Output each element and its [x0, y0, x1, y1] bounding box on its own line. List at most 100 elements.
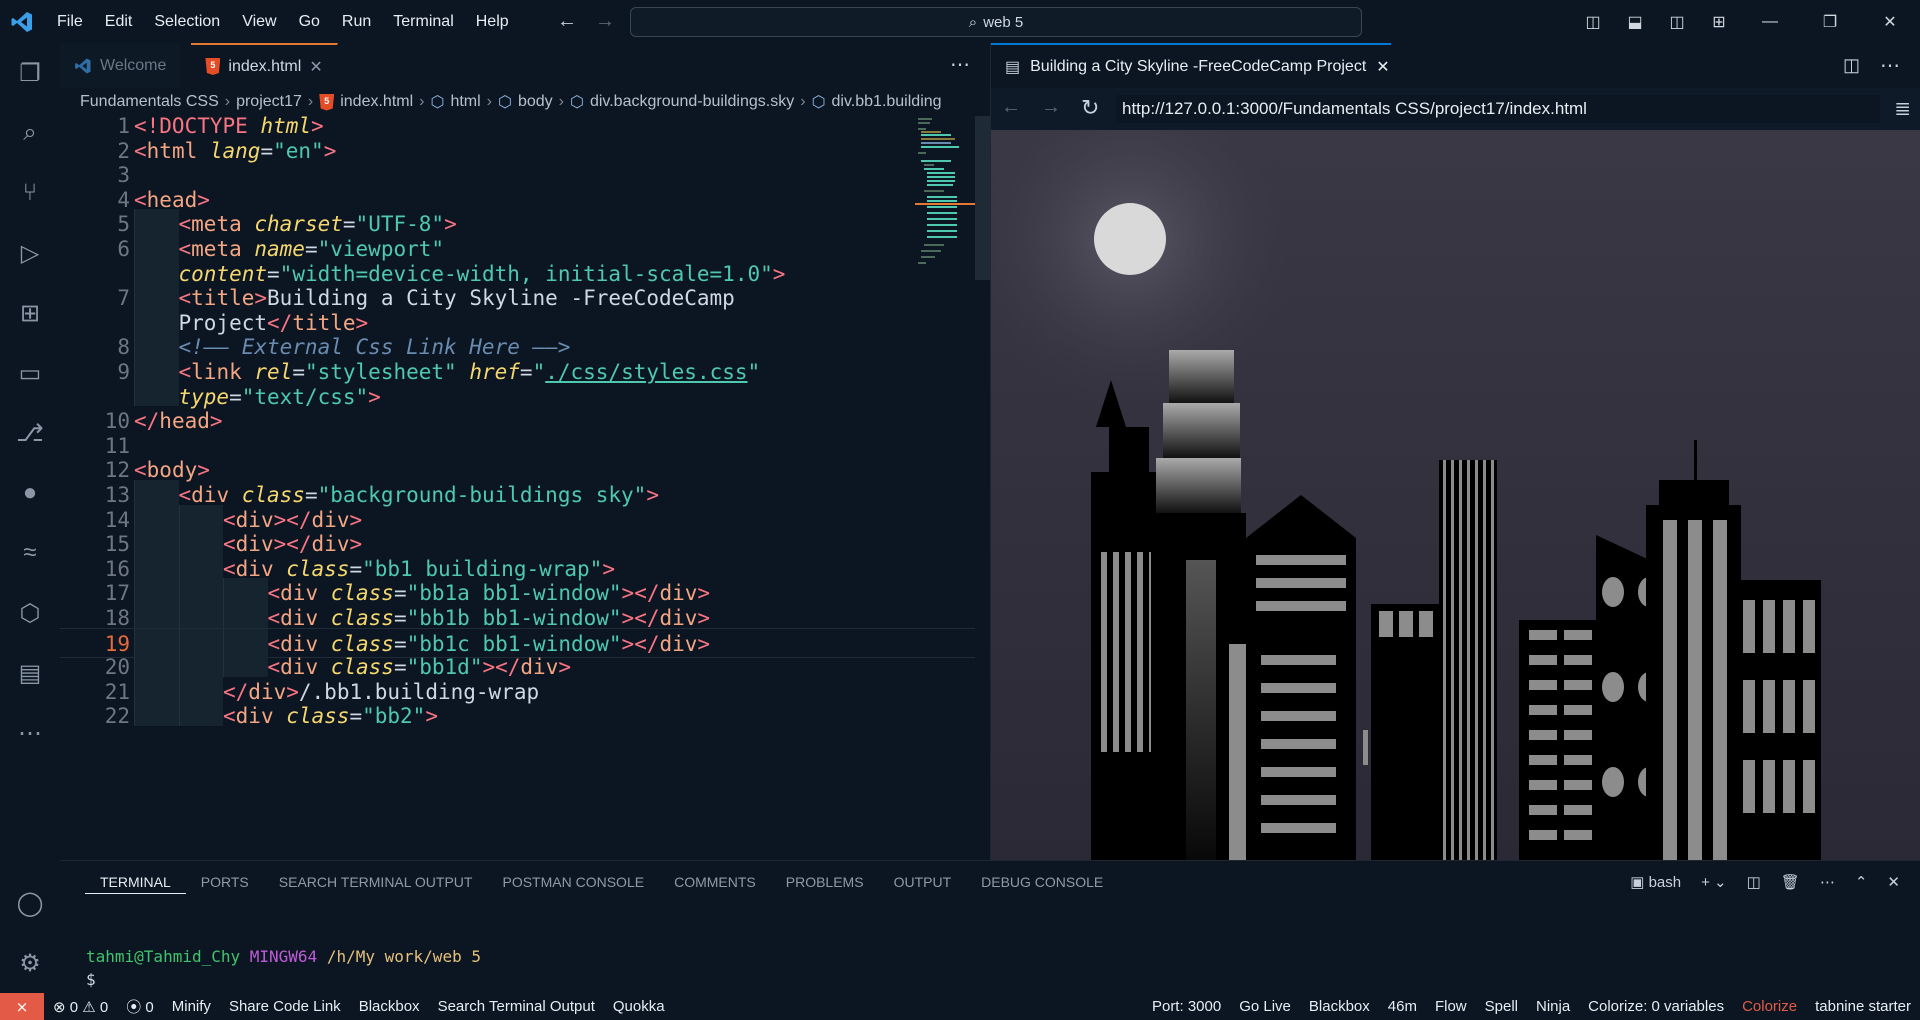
project-manager-icon[interactable]: ▤	[14, 657, 46, 689]
breadcrumb-item[interactable]: div.bb1.building	[832, 93, 942, 111]
minimize-icon[interactable]: —	[1740, 13, 1800, 31]
status-item-blackbox[interactable]: Blackbox	[1300, 998, 1379, 1015]
more-actions-icon[interactable]: ⋯	[1880, 53, 1900, 78]
breadcrumb-item[interactable]: div.background-buildings.sky	[590, 93, 794, 111]
explorer-icon[interactable]: ❐	[14, 57, 46, 89]
vscode-icon	[75, 58, 91, 73]
breadcrumb-item[interactable]: index.html	[340, 93, 413, 111]
menu-selection[interactable]: Selection	[143, 0, 231, 43]
panel-tabs: TERMINAL PORTS SEARCH TERMINAL OUTPUT POSTM…	[85, 871, 1118, 894]
panel-tab-problems[interactable]: PROBLEMS	[771, 871, 879, 894]
github-icon[interactable]: ●	[14, 477, 46, 509]
maximize-panel-icon[interactable]: ⌃	[1855, 873, 1868, 891]
breadcrumb-item[interactable]: html	[450, 93, 480, 111]
git-graph-icon[interactable]: ⎇	[14, 417, 46, 449]
city-skyline-illustration	[991, 130, 1920, 860]
panel-tab-output[interactable]: OUTPUT	[879, 871, 967, 894]
new-terminal-icon[interactable]: + ⌄	[1701, 873, 1727, 891]
status-item-search-terminal-output[interactable]: Search Terminal Output	[429, 998, 604, 1015]
forward-arrow-icon[interactable]: →	[595, 10, 615, 33]
forward-arrow-icon[interactable]: →	[1041, 96, 1061, 119]
menu-file[interactable]: File	[46, 0, 94, 43]
code-line[interactable]: 22 <div class="bb2">	[60, 701, 975, 731]
panel-tab-postman-console[interactable]: POSTMAN CONSOLE	[487, 871, 659, 894]
code-token: div	[280, 655, 331, 680]
status-item-go-live[interactable]: Go Live	[1230, 998, 1300, 1015]
close-window-icon[interactable]: ✕	[1860, 12, 1920, 32]
page-preview[interactable]	[991, 130, 1920, 860]
reload-icon[interactable]: ↻	[1081, 95, 1099, 121]
panel-tab-debug-console[interactable]: DEBUG CONSOLE	[966, 871, 1118, 894]
panel-tab-terminal[interactable]: TERMINAL	[85, 871, 186, 894]
open-external-icon[interactable]: ≣	[1894, 96, 1911, 121]
tab-index-html[interactable]: 5 index.html ✕	[191, 43, 338, 88]
url-input[interactable]: http://127.0.0.1:3000/Fundamentals CSS/p…	[1116, 95, 1880, 123]
panel-tab-search-terminal-output[interactable]: SEARCH TERMINAL OUTPUT	[264, 871, 488, 894]
tab-welcome[interactable]: Welcome	[60, 43, 182, 88]
code-token: div	[280, 606, 331, 630]
remote-indicator-icon[interactable]: ⨯	[0, 993, 44, 1020]
code-editor[interactable]: 1 <!DOCTYPE html> 2 <html lang="en"> 3 4 <head…	[60, 116, 975, 860]
back-arrow-icon[interactable]: ←	[1001, 96, 1021, 119]
menu-view[interactable]: View	[231, 0, 287, 43]
breadcrumb-item[interactable]: body	[518, 93, 553, 111]
close-tab-icon[interactable]: ✕	[309, 57, 322, 77]
code-token: <	[223, 507, 236, 532]
more-actions-icon[interactable]: ⋯	[1820, 873, 1835, 891]
panel-tab-ports[interactable]: PORTS	[186, 871, 264, 894]
kill-terminal-icon[interactable]: 🗑	[1781, 873, 1800, 891]
close-panel-icon[interactable]: ✕	[1887, 873, 1900, 891]
split-editor-icon[interactable]: ◫	[1843, 55, 1860, 76]
accounts-icon[interactable]: ◯	[14, 887, 46, 919]
more-actions-icon[interactable]: ⋯	[950, 43, 970, 88]
status-item-ninja[interactable]: Ninja	[1527, 998, 1579, 1015]
terminal-shell-selector[interactable]: ▣ bash	[1630, 873, 1681, 891]
customize-layout-icon[interactable]: ⊞	[1698, 12, 1740, 32]
status-item-spell[interactable]: Spell	[1476, 998, 1527, 1015]
back-arrow-icon[interactable]: ←	[557, 10, 577, 33]
minimap[interactable]	[915, 116, 975, 296]
menu-edit[interactable]: Edit	[94, 0, 144, 43]
ports-indicator[interactable]: ⦿ 0	[117, 996, 163, 1017]
status-item-blackbox[interactable]: Blackbox	[350, 998, 429, 1015]
tailwind-icon[interactable]: ≈	[14, 537, 46, 569]
browser-tab[interactable]: ▤ Building a City Skyline -FreeCodeCamp …	[991, 43, 1391, 88]
status-item-colorize[interactable]: Colorize	[1733, 998, 1806, 1015]
menu-help[interactable]: Help	[465, 0, 520, 43]
panel-actions: ▣ bash + ⌄ ◫ 🗑 ⋯ ⌃ ✕	[1630, 873, 1900, 891]
settings-gear-icon[interactable]: ⚙	[14, 947, 46, 979]
menu-run[interactable]: Run	[331, 0, 382, 43]
source-control-icon[interactable]: ⑂	[14, 177, 46, 209]
remote-explorer-icon[interactable]: ▭	[14, 357, 46, 389]
code-token: div	[311, 532, 350, 557]
containers-icon[interactable]: ⬡	[14, 597, 46, 629]
status-item-flow[interactable]: Flow	[1426, 998, 1476, 1015]
extensions-icon[interactable]: ⊞	[14, 297, 46, 329]
breadcrumb-item[interactable]: Fundamentals CSS	[80, 93, 219, 111]
code-token: "background-buildings sky"	[317, 483, 647, 507]
editor-scrollbar[interactable]	[975, 116, 990, 280]
menu-go[interactable]: Go	[288, 0, 331, 43]
toggle-panel-icon[interactable]: ⬓	[1614, 12, 1656, 32]
search-icon[interactable]: ⌕	[14, 117, 46, 149]
status-item-colorize-0-variables[interactable]: Colorize: 0 variables	[1579, 998, 1733, 1015]
breadcrumb-item[interactable]: project17	[236, 93, 302, 111]
status-item-minify[interactable]: Minify	[163, 998, 220, 1015]
status-item-46m[interactable]: 46m	[1379, 998, 1426, 1015]
split-terminal-icon[interactable]: ◫	[1747, 873, 1761, 891]
close-tab-icon[interactable]: ✕	[1376, 57, 1389, 77]
more-icon[interactable]: ⋯	[14, 717, 46, 749]
toggle-sidebar-icon[interactable]: ◫	[1572, 12, 1614, 32]
toggle-secondary-sidebar-icon[interactable]: ◫	[1656, 12, 1698, 32]
panel-tab-comments[interactable]: COMMENTS	[659, 871, 771, 894]
restore-icon[interactable]: ❐	[1800, 12, 1860, 32]
status-item-quokka[interactable]: Quokka	[604, 998, 674, 1015]
menu-terminal[interactable]: Terminal	[382, 0, 464, 43]
run-debug-icon[interactable]: ▷	[14, 237, 46, 269]
command-center-search[interactable]: ⌕ web 5	[630, 7, 1362, 37]
terminal-output[interactable]: tahmi@Tahmid_Chy MINGW64 /h/My work/web …	[86, 945, 481, 991]
status-item-share-code-link[interactable]: Share Code Link	[220, 998, 350, 1015]
status-item-port-3000[interactable]: Port: 3000	[1143, 998, 1230, 1015]
status-item-tabnine-starter[interactable]: tabnine starter	[1806, 998, 1920, 1015]
problems-indicator[interactable]: ⊗ 0 ⚠ 0	[44, 998, 117, 1016]
